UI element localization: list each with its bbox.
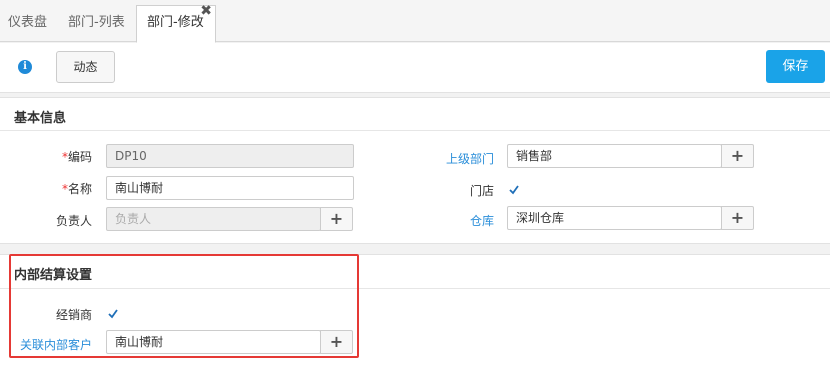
owner-add-button[interactable]: + [320, 207, 353, 231]
tab-label: 部门-修改 [147, 15, 204, 30]
basic-info-panel: 基本信息 *编码 DP10 *名称 南山博耐 负责人 负责人 + 上级部门 销售… [0, 97, 830, 244]
name-field[interactable]: 南山博耐 [106, 176, 354, 200]
tab-department-edit[interactable]: 部门-修改 ✖ [136, 3, 216, 43]
warehouse-field[interactable]: 深圳仓库 [507, 206, 722, 230]
highlight-box [9, 254, 359, 358]
tab-department-list[interactable]: 部门-列表 [60, 6, 133, 42]
tab-dashboard[interactable]: 仪表盘 [0, 6, 55, 42]
tab-label: 部门-列表 [68, 15, 125, 30]
parent-dept-field[interactable]: 销售部 [507, 144, 722, 168]
panel-title: 基本信息 [14, 111, 67, 126]
parent-dept-label[interactable]: 上级部门 [430, 150, 494, 167]
owner-field[interactable]: 负责人 [106, 207, 321, 231]
store-checkbox[interactable] [507, 183, 521, 197]
tab-bar: 仪表盘 部门-列表 部门-修改 ✖ [0, 0, 830, 43]
warehouse-label[interactable]: 仓库 [430, 212, 494, 229]
code-field[interactable]: DP10 [106, 144, 354, 168]
name-label: *名称 [61, 182, 92, 196]
toolbar: i 动态 保存 [0, 43, 830, 93]
owner-label: 负责人 [55, 214, 92, 228]
save-button[interactable]: 保存 [766, 50, 825, 83]
info-icon[interactable]: i [18, 60, 32, 74]
check-icon [509, 185, 519, 195]
parent-dept-add-button[interactable]: + [721, 144, 754, 168]
warehouse-add-button[interactable]: + [721, 206, 754, 230]
close-icon[interactable]: ✖ [200, 3, 212, 19]
divider [0, 130, 830, 131]
store-label: 门店 [469, 184, 494, 198]
dynamic-button[interactable]: 动态 [56, 51, 115, 83]
code-label: *编码 [61, 150, 92, 164]
tab-label: 仪表盘 [8, 15, 48, 30]
